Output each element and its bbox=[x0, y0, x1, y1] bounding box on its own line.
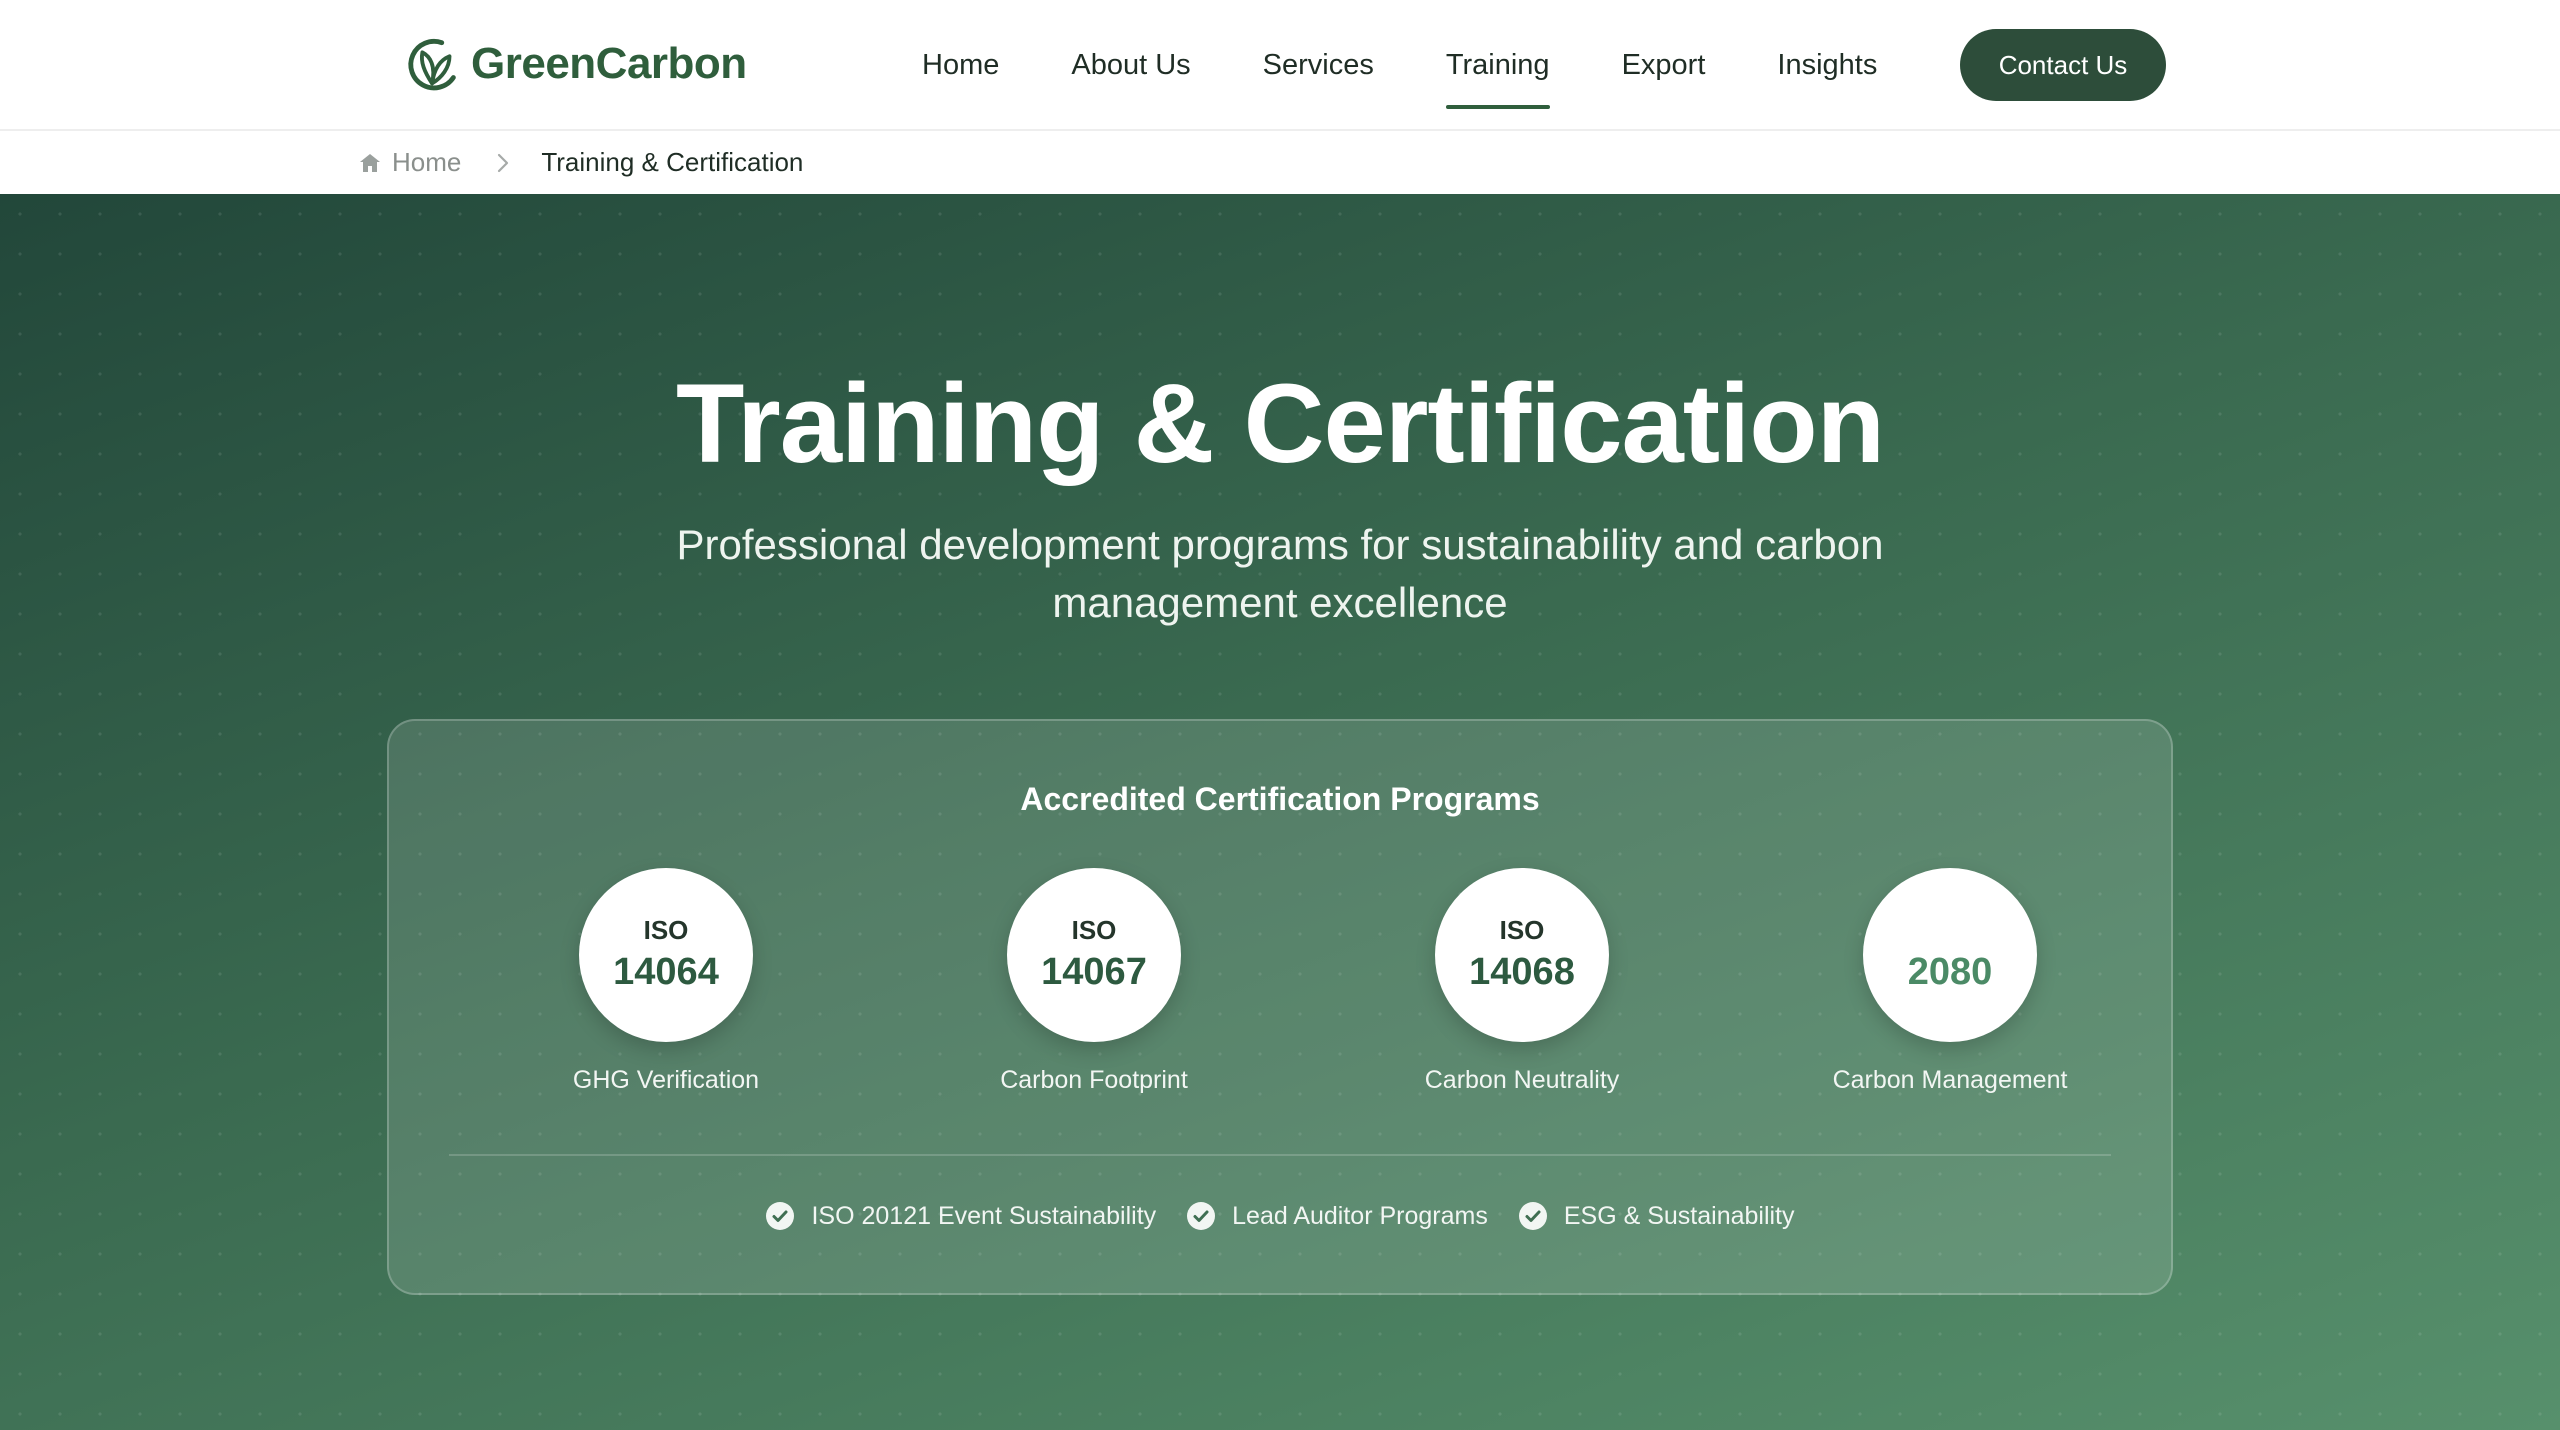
certification-number: 14068 bbox=[1469, 951, 1575, 993]
certification-label: Carbon Neutrality bbox=[1424, 1066, 1620, 1094]
nav-item-home[interactable]: Home bbox=[900, 0, 1021, 131]
breadcrumb-home-link[interactable]: Home bbox=[358, 147, 461, 178]
feature-item: Lead Auditor Programs bbox=[1186, 1201, 1488, 1231]
certification-card-iso-14067[interactable]: ISO 14067 Carbon Footprint bbox=[934, 868, 1254, 1095]
certification-badge: ISO 14067 bbox=[1007, 868, 1181, 1042]
nav-item-services[interactable]: Services bbox=[1241, 0, 1396, 131]
feature-list: ISO 20121 Event Sustainability Lead Audi… bbox=[389, 1201, 2171, 1231]
chevron-right-icon bbox=[495, 152, 511, 174]
page-subtitle: Professional development programs for su… bbox=[676, 521, 1884, 626]
brand-name: GreenCarbon bbox=[471, 39, 747, 88]
breadcrumb: Home Training & Certification bbox=[0, 131, 2560, 194]
page-title: Training & Certification bbox=[675, 361, 1885, 486]
hero-section: Training & Certification Professional de… bbox=[0, 194, 2560, 1430]
certification-number: 14067 bbox=[1041, 951, 1147, 993]
home-icon bbox=[360, 153, 380, 172]
brand-logo[interactable]: GreenCarbon bbox=[403, 32, 747, 96]
feature-label: Lead Auditor Programs bbox=[1232, 1201, 1488, 1230]
certification-prefix: ISO bbox=[643, 915, 689, 945]
breadcrumb-current: Training & Certification bbox=[541, 147, 804, 177]
nav-item-export[interactable]: Export bbox=[1600, 0, 1728, 131]
programs-heading: Accredited Certification Programs bbox=[1020, 781, 1540, 817]
feature-item: ISO 20121 Event Sustainability bbox=[765, 1201, 1156, 1231]
leaf-logo-icon bbox=[408, 38, 456, 91]
site-header: GreenCarbon Home About Us Services Train… bbox=[0, 0, 2560, 131]
certification-badge: ISO 14064 bbox=[579, 868, 753, 1042]
check-circle-icon bbox=[1187, 1202, 1216, 1230]
certification-label: GHG Verification bbox=[572, 1066, 760, 1094]
check-circle-icon bbox=[1518, 1202, 1547, 1230]
certification-card-iso-14064[interactable]: ISO 14064 GHG Verification bbox=[506, 868, 826, 1095]
certification-label: Carbon Management bbox=[1832, 1066, 2068, 1094]
panel-divider bbox=[449, 1154, 2111, 1156]
certification-prefix: ISO bbox=[1499, 915, 1545, 945]
feature-label: ISO 20121 Event Sustainability bbox=[811, 1201, 1157, 1230]
feature-item: ESG & Sustainability bbox=[1518, 1201, 1795, 1231]
certification-prefix: ISO bbox=[1071, 915, 1117, 945]
certification-label: Carbon Footprint bbox=[1000, 1066, 1188, 1094]
certification-number: 2080 bbox=[1907, 951, 1993, 993]
contact-us-button[interactable]: Contact Us bbox=[1960, 29, 2166, 101]
certification-programs-panel: Accredited Certification Programs ISO 14… bbox=[387, 719, 2173, 1295]
check-circle-icon bbox=[766, 1202, 795, 1230]
certification-card-2080[interactable]: 2080 Carbon Management bbox=[1790, 868, 2110, 1095]
nav-item-insights[interactable]: Insights bbox=[1755, 0, 1899, 131]
nav-item-about-us[interactable]: About Us bbox=[1049, 0, 1212, 131]
breadcrumb-home-label: Home bbox=[392, 147, 462, 177]
certification-number: 14064 bbox=[613, 951, 719, 993]
main-nav: Home About Us Services Training Export I… bbox=[900, 0, 1927, 131]
certification-badge: 2080 bbox=[1863, 868, 2037, 1042]
certification-badge: ISO 14068 bbox=[1435, 868, 1609, 1042]
feature-label: ESG & Sustainability bbox=[1563, 1201, 1795, 1230]
certification-card-iso-14068[interactable]: ISO 14068 Carbon Neutrality bbox=[1362, 868, 1682, 1095]
nav-item-training[interactable]: Training bbox=[1424, 0, 1572, 131]
